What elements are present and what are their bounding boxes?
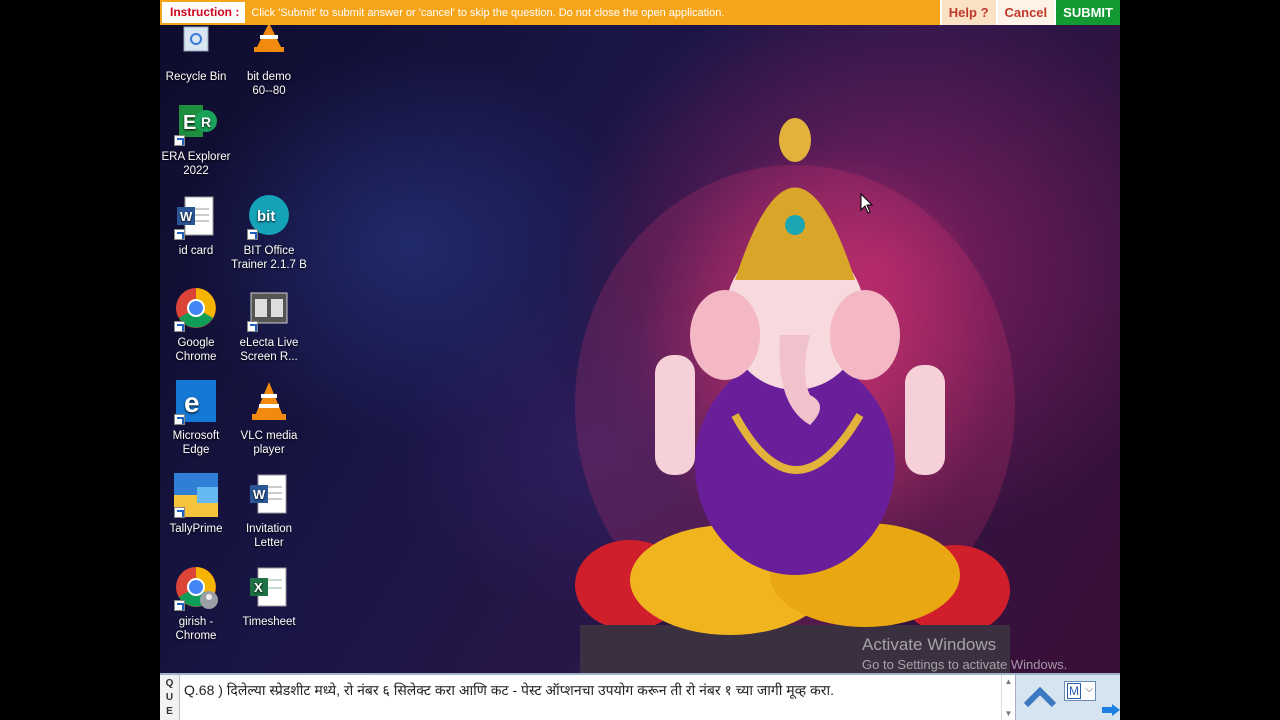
question-side-tab[interactable]: Q U E (160, 675, 180, 720)
desktop-icon-electa-live[interactable]: eLecta Live Screen R... (231, 287, 307, 364)
svg-text:W: W (253, 487, 266, 502)
cancel-button[interactable]: Cancel (995, 0, 1055, 25)
next-arrow-icon[interactable] (1102, 704, 1120, 716)
icon-label: bit demo 60--80 (246, 71, 292, 97)
question-tools-panel: M ⌵ (1015, 675, 1120, 720)
svg-text:E: E (183, 112, 196, 134)
side-letter: U (165, 691, 174, 703)
desktop-icon-microsoft-edge[interactable]: e Microsoft Edge (160, 380, 234, 457)
shortcut-arrow-icon (174, 507, 185, 518)
desktop-icon-invitation-letter[interactable]: W Invitation Letter (231, 473, 307, 550)
icon-label: id card (178, 245, 214, 257)
desktop-background: Recycle Bin bit demo 60--80 ER ERA Explo… (160, 23, 1120, 675)
submit-button[interactable]: SUBMIT (1054, 0, 1120, 25)
icon-label: eLecta Live Screen R... (239, 337, 299, 363)
question-text: Q.68 ) दिलेल्या स्प्रेडशीट मध्ये, रो नंब… (184, 682, 835, 698)
icon-label: girish - Chrome (175, 616, 217, 642)
desktop-icon-timesheet[interactable]: X Timesheet (231, 566, 307, 629)
icon-label: Google Chrome (175, 337, 217, 363)
side-letter: E (166, 705, 173, 717)
icon-label: TallyPrime (169, 523, 223, 535)
recycle-bin-icon (173, 21, 219, 67)
screen: Recycle Bin bit demo 60--80 ER ERA Explo… (160, 0, 1120, 720)
shortcut-arrow-icon (174, 600, 185, 611)
chrome-icon (173, 287, 219, 333)
desktop-icon-bit-demo[interactable]: bit demo 60--80 (231, 21, 307, 98)
vlc-cone-icon (246, 21, 292, 67)
question-bar: Q U E Q.68 ) दिलेल्या स्प्रेडशीट मध्ये, … (160, 673, 1120, 720)
instruction-label: Instruction : (162, 2, 246, 23)
desktop-icon-bit-office-trainer[interactable]: bit BIT Office Trainer 2.1.7 B (231, 195, 307, 272)
shortcut-arrow-icon (247, 229, 258, 240)
shortcut-arrow-icon (247, 321, 258, 332)
edge-icon: e (173, 380, 219, 426)
shortcut-arrow-icon (174, 135, 185, 146)
shortcut-arrow-icon (174, 414, 185, 425)
svg-text:X: X (254, 580, 263, 595)
film-strip-icon (246, 287, 292, 333)
desktop-icon-girish-chrome[interactable]: girish - Chrome (160, 566, 234, 643)
word-document-icon: W (246, 473, 292, 519)
instruction-text: Click 'Submit' to submit answer or 'canc… (251, 6, 725, 19)
activate-windows-watermark: Activate Windows Go to Settings to activ… (862, 635, 1067, 672)
desktop-icon-tallyprime[interactable]: TallyPrime (160, 473, 234, 536)
desktop-icon-vlc-media-player[interactable]: VLC media player (231, 380, 307, 457)
icon-label: ERA Explorer 2022 (161, 151, 231, 177)
shortcut-arrow-icon (174, 321, 185, 332)
mouse-cursor-icon (860, 193, 874, 214)
icon-label: BIT Office Trainer 2.1.7 B (231, 245, 307, 271)
icon-label: Recycle Bin (165, 71, 227, 83)
icon-label: Invitation Letter (245, 523, 293, 549)
scroll-down-icon[interactable]: ▼ (1005, 709, 1013, 718)
chevron-down-icon: ⌵ (1085, 684, 1093, 695)
svg-text:bit: bit (257, 208, 275, 225)
excel-icon: X (246, 566, 292, 612)
era-explorer-icon: ER (173, 101, 219, 147)
svg-text:e: e (184, 387, 200, 418)
watermark-subtitle: Go to Settings to activate Windows. (862, 657, 1068, 672)
collapse-up-icon[interactable] (1020, 679, 1060, 715)
desktop-icon-era-explorer[interactable]: ER ERA Explorer 2022 (160, 101, 234, 178)
desktop-icon-recycle-bin[interactable]: Recycle Bin (160, 21, 234, 84)
language-value: M (1067, 683, 1081, 699)
shortcut-arrow-icon (174, 229, 185, 240)
icon-label: Timesheet (242, 616, 296, 628)
icon-label: Microsoft Edge (172, 430, 220, 456)
question-scrollbar[interactable]: ▲ ▼ (1001, 675, 1015, 720)
word-document-icon: W (173, 195, 219, 241)
chrome-profile-icon (173, 566, 219, 612)
vlc-cone-icon (246, 380, 292, 426)
desktop-icon-id-card[interactable]: W id card (160, 195, 234, 258)
side-letter: Q (165, 678, 174, 690)
instruction-bar: Instruction : Click 'Submit' to submit a… (160, 0, 1120, 25)
watermark-title: Activate Windows (862, 635, 997, 654)
svg-text:R: R (201, 114, 211, 130)
desktop-icon-google-chrome[interactable]: Google Chrome (160, 287, 234, 364)
help-button[interactable]: Help ? (939, 0, 996, 25)
icon-label: VLC media player (240, 430, 298, 456)
ganesha-wallpaper-image (575, 118, 1015, 675)
tallyprime-icon (173, 473, 219, 519)
bit-office-icon: bit (246, 195, 292, 241)
language-select[interactable]: M ⌵ (1064, 681, 1096, 701)
scroll-up-icon[interactable]: ▲ (1005, 677, 1013, 686)
svg-text:W: W (180, 209, 193, 224)
